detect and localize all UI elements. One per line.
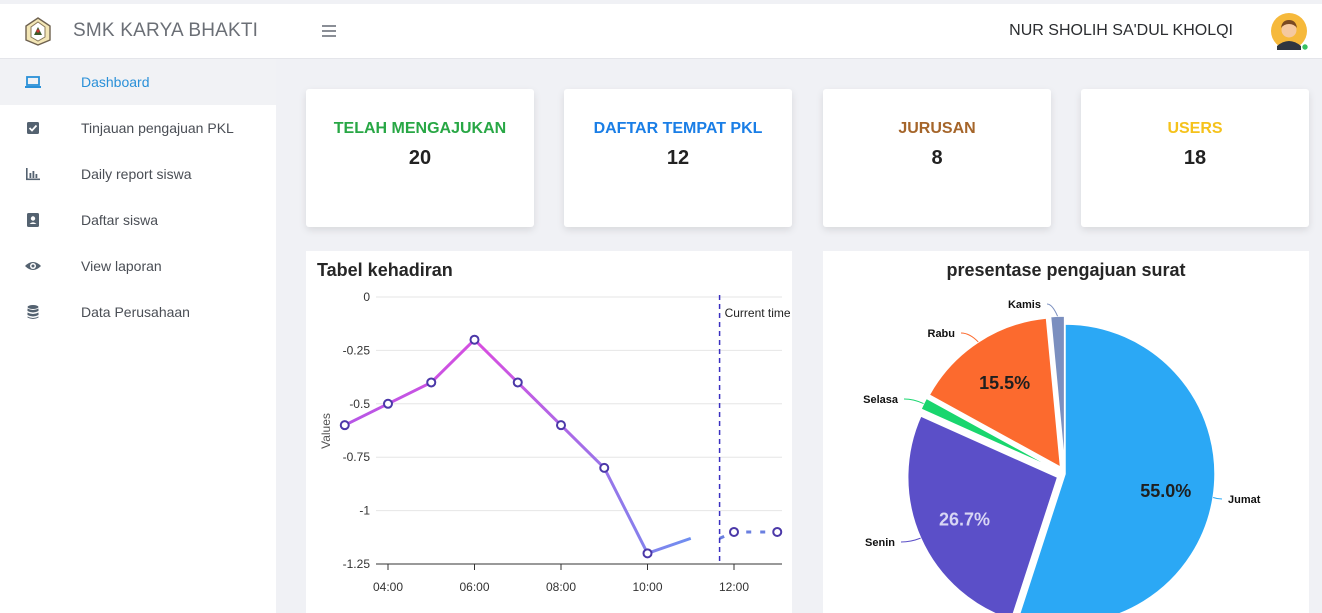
app-brand[interactable]: SMK KARYA BHAKTI [73, 20, 258, 42]
submission-pie-panel: presentase pengajuan surat 55.0% Jumat 26.… [823, 251, 1309, 613]
sidebar-item-tinjauan-pengajuan[interactable]: Tinjauan pengajuan PKL [0, 105, 276, 151]
pie-leader-line [1046, 303, 1059, 317]
stat-title: USERS [1167, 120, 1223, 137]
school-logo[interactable] [24, 16, 52, 46]
submission-pie-chart[interactable]: 55.0% Jumat 26.7% Senin Selasa 15.5% Rabu Kamis [823, 251, 1309, 613]
forecast-point [729, 526, 739, 537]
sidebar-item-label: Data Perusahaan [81, 304, 190, 320]
stat-card-jurusan[interactable]: JURUSAN 8 [823, 89, 1051, 227]
y-tick-label: -0.25 [343, 343, 371, 357]
sidebar-item-view-laporan[interactable]: View laporan [0, 243, 276, 289]
sidebar-item-label: Daily report siswa [81, 166, 192, 182]
pie-leader-line [960, 332, 979, 343]
stat-title: JURUSAN [898, 120, 976, 137]
y-axis-label: Values [319, 413, 333, 449]
pie-value-label: 26.7% [939, 510, 990, 530]
stat-title: DAFTAR TEMPAT PKL [593, 120, 763, 137]
pie-leader-line [1212, 496, 1223, 500]
eye-icon [25, 262, 41, 270]
pie-category-label: Jumat [1228, 494, 1261, 506]
data-point [599, 462, 610, 473]
forecast-point [772, 526, 783, 537]
sidebar-item-daftar-siswa[interactable]: Daftar siswa [0, 197, 276, 243]
stat-value: 20 [408, 147, 432, 169]
user-avatar[interactable] [1270, 12, 1308, 50]
data-point [469, 334, 480, 345]
stat-value: 12 [666, 147, 690, 169]
bar-chart-icon [26, 168, 40, 181]
attendance-chart-panel: Tabel kehadiran 0 -0.25 -0.5 -0.75 -1 -1.25 04… [306, 251, 792, 613]
y-tick-label: -1.25 [343, 557, 371, 571]
stat-card-telah-mengajukan[interactable]: TELAH MENGAJUKAN 20 [306, 89, 534, 227]
pie-value-label: 15.5% [979, 373, 1030, 393]
data-point [642, 548, 653, 559]
x-tick-label: 10:00 [632, 580, 662, 594]
stat-value: 18 [1183, 147, 1207, 169]
pie-category-label: Kamis [1008, 299, 1041, 311]
pie-category-label: Rabu [928, 328, 956, 340]
data-point [426, 377, 437, 388]
database-icon [27, 305, 39, 319]
pie-leader-line [900, 537, 921, 543]
pie-value-label: 55.0% [1140, 481, 1191, 501]
sidebar-item-label: Tinjauan pengajuan PKL [81, 120, 234, 136]
sidebar-item-data-perusahaan[interactable]: Data Perusahaan [0, 289, 276, 335]
forecast-series-line [718, 530, 778, 540]
stat-card-daftar-tempat-pkl[interactable]: DAFTAR TEMPAT PKL 12 [564, 89, 792, 227]
x-tick-label: 06:00 [459, 580, 489, 594]
sidebar: Dashboard Tinjauan pengajuan PKL Daily r… [0, 59, 276, 613]
pie-leader-line [903, 398, 924, 405]
sidebar-item-daily-report[interactable]: Daily report siswa [0, 151, 276, 197]
user-name[interactable]: NUR SHOLIH SA'DUL KHOLQI [1009, 22, 1233, 40]
attendance-series-line [344, 338, 692, 555]
data-point [556, 420, 566, 431]
pie-category-label: Senin [865, 537, 895, 549]
stat-value: 8 [931, 147, 943, 169]
current-time-label: Current time [725, 306, 791, 320]
laptop-icon [25, 76, 41, 88]
pie-category-label: Selasa [863, 394, 899, 406]
sidebar-item-label: Dashboard [81, 74, 150, 90]
y-tick-label: 0 [363, 290, 370, 304]
stat-title: TELAH MENGAJUKAN [333, 120, 507, 137]
address-book-icon [27, 213, 39, 227]
y-tick-label: -0.75 [343, 450, 371, 464]
data-point [339, 420, 350, 431]
stat-card-users[interactable]: USERS 18 [1081, 89, 1309, 227]
sidebar-item-dashboard[interactable]: Dashboard [0, 59, 276, 105]
data-point [512, 377, 523, 388]
y-tick-label: -0.5 [349, 397, 370, 411]
x-tick-label: 04:00 [373, 580, 403, 594]
attendance-line-chart[interactable]: 0 -0.25 -0.5 -0.75 -1 -1.2504:00 06:00 08:00 10:… [306, 251, 792, 613]
data-point [383, 398, 393, 409]
hamburger-menu-icon[interactable] [320, 21, 340, 41]
x-tick-label: 12:00 [719, 580, 749, 594]
x-tick-label: 08:00 [546, 580, 576, 594]
y-tick-label: -1 [359, 504, 370, 518]
sidebar-item-label: Daftar siswa [81, 212, 159, 228]
sidebar-item-label: View laporan [81, 258, 162, 274]
top-navbar: SMK KARYA BHAKTI NUR SHOLIH SA'DUL KHOLQ… [0, 4, 1322, 59]
check-square-icon [27, 122, 39, 134]
